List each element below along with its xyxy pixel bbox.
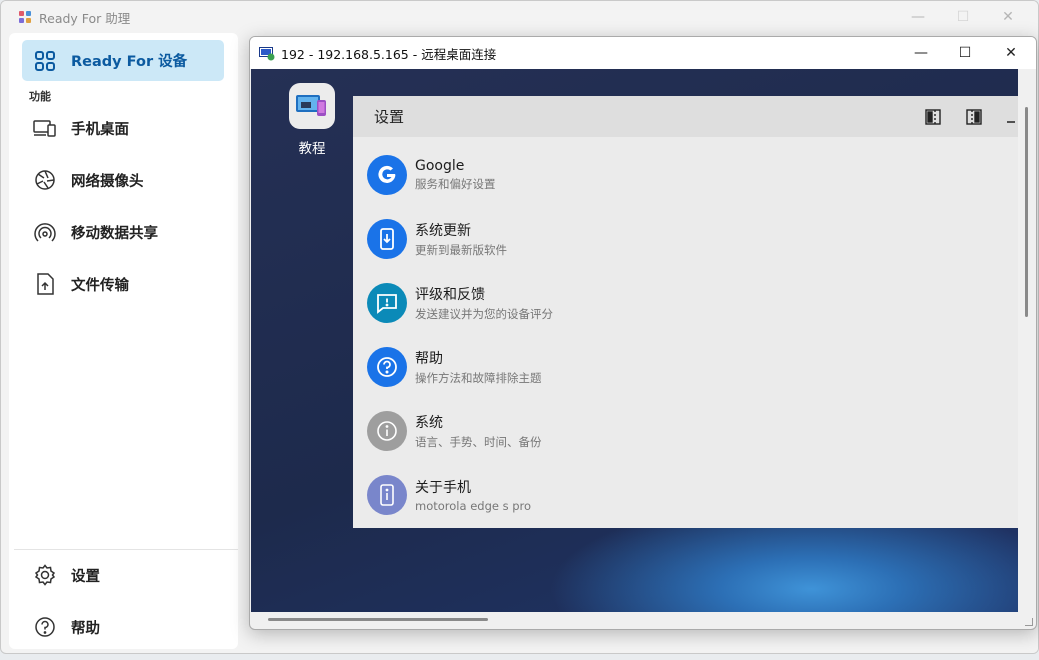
resize-grip-icon[interactable] (1025, 618, 1033, 626)
minimize-icon[interactable] (1005, 108, 1015, 126)
settings-item-title: 系统更新 (415, 223, 471, 239)
app-title: Ready For 助理 (39, 10, 131, 26)
remote-desktop-window: 192 - 192.168.5.165 - 远程桌面连接 — ☐ ✕ 教程 设置 (249, 36, 1037, 630)
google-icon (367, 155, 407, 195)
split-left-icon[interactable] (924, 108, 942, 126)
sidebar-item-label: 文件传输 (71, 277, 129, 294)
split-right-icon[interactable] (965, 108, 983, 126)
vertical-scrollbar[interactable] (1025, 107, 1028, 317)
info-icon (367, 411, 407, 451)
settings-item-system[interactable]: 系统 语言、手势、时间、备份 (367, 409, 542, 453)
phone-info-icon (367, 475, 407, 515)
feedback-icon (367, 283, 407, 323)
sidebar-item-webcam[interactable]: 网络摄像头 (22, 160, 224, 200)
sidebar-item-label: 手机桌面 (71, 121, 129, 138)
help-icon (33, 615, 57, 639)
settings-title: 设置 (374, 108, 405, 126)
devices-icon (33, 116, 57, 140)
app-titlebar[interactable]: Ready For 助理 — ☐ ✕ (1, 1, 1038, 33)
tutorial-app-label: 教程 (298, 141, 326, 157)
settings-item-subtitle: 操作方法和故障排除主题 (415, 371, 542, 385)
sidebar-divider (14, 549, 238, 550)
grid-icon (33, 49, 57, 73)
settings-item-title: Google (415, 158, 465, 174)
remote-desktop-icon (259, 46, 275, 61)
section-title: 功能 (29, 90, 51, 103)
sidebar-item-phone-desktop[interactable]: 手机桌面 (22, 108, 224, 148)
sidebar-item-file-transfer[interactable]: 文件传输 (22, 264, 224, 304)
app-minimize-button[interactable]: — (896, 5, 940, 29)
remote-desktop-area: 教程 设置 Google 服务和偏好设置 系统更新 更新到最新版软件 评级和反馈… (251, 69, 1018, 612)
system-update-icon (367, 219, 407, 259)
app-maximize-button[interactable]: ☐ (941, 5, 985, 29)
file-upload-icon (33, 272, 57, 296)
settings-item-subtitle: 更新到最新版软件 (415, 243, 507, 257)
settings-item-title: 系统 (415, 415, 443, 431)
app-sidebar: Ready For 设备 功能 手机桌面 网络摄像头 移动数据共享 文件传输 设… (9, 33, 238, 649)
settings-item-subtitle: 发送建议并为您的设备评分 (415, 307, 553, 321)
settings-item-subtitle: 服务和偏好设置 (415, 177, 496, 191)
settings-item-feedback[interactable]: 评级和反馈 发送建议并为您的设备评分 (367, 281, 553, 325)
rdp-titlebar[interactable]: 192 - 192.168.5.165 - 远程桌面连接 — ☐ ✕ (250, 37, 1036, 69)
horizontal-scrollbar[interactable] (268, 618, 488, 621)
sidebar-item-mobile-data-sharing[interactable]: 移动数据共享 (22, 212, 224, 252)
sidebar-item-label: 设置 (71, 568, 100, 585)
settings-item-title: 评级和反馈 (415, 287, 485, 303)
camera-aperture-icon (33, 168, 57, 192)
settings-window: 设置 Google 服务和偏好设置 系统更新 更新到最新版软件 评级和反馈 发送… (353, 96, 1018, 528)
sidebar-item-ready-for-devices[interactable]: Ready For 设备 (22, 40, 224, 81)
settings-header: 设置 (353, 96, 1018, 137)
sidebar-item-label: 移动数据共享 (71, 225, 158, 242)
rdp-minimize-button[interactable]: — (898, 41, 944, 65)
rdp-maximize-button[interactable]: ☐ (942, 41, 988, 65)
settings-item-system-update[interactable]: 系统更新 更新到最新版软件 (367, 217, 507, 261)
rdp-title: 192 - 192.168.5.165 - 远程桌面连接 (281, 46, 497, 62)
gear-icon (33, 563, 57, 587)
sidebar-item-label: 网络摄像头 (71, 173, 144, 190)
sidebar-item-settings[interactable]: 设置 (22, 555, 224, 595)
settings-item-title: 帮助 (415, 351, 443, 367)
help-circle-icon (367, 347, 407, 387)
settings-item-subtitle: motorola edge s pro (415, 499, 532, 513)
sidebar-item-label: Ready For 设备 (71, 54, 188, 70)
settings-item-subtitle: 语言、手势、时间、备份 (415, 435, 542, 449)
settings-item-help[interactable]: 帮助 操作方法和故障排除主题 (367, 345, 542, 389)
settings-item-about-phone[interactable]: 关于手机 motorola edge s pro (367, 473, 531, 517)
settings-item-google[interactable]: Google 服务和偏好设置 (367, 153, 496, 197)
ready-for-logo-icon (19, 11, 31, 23)
rdp-close-button[interactable]: ✕ (988, 41, 1034, 65)
settings-item-title: 关于手机 (415, 480, 471, 496)
sidebar-item-help[interactable]: 帮助 (22, 607, 224, 647)
sidebar-item-label: 帮助 (71, 620, 100, 637)
tutorial-app-icon[interactable] (289, 83, 335, 129)
app-close-button[interactable]: ✕ (986, 5, 1030, 29)
hotspot-icon (33, 220, 57, 244)
